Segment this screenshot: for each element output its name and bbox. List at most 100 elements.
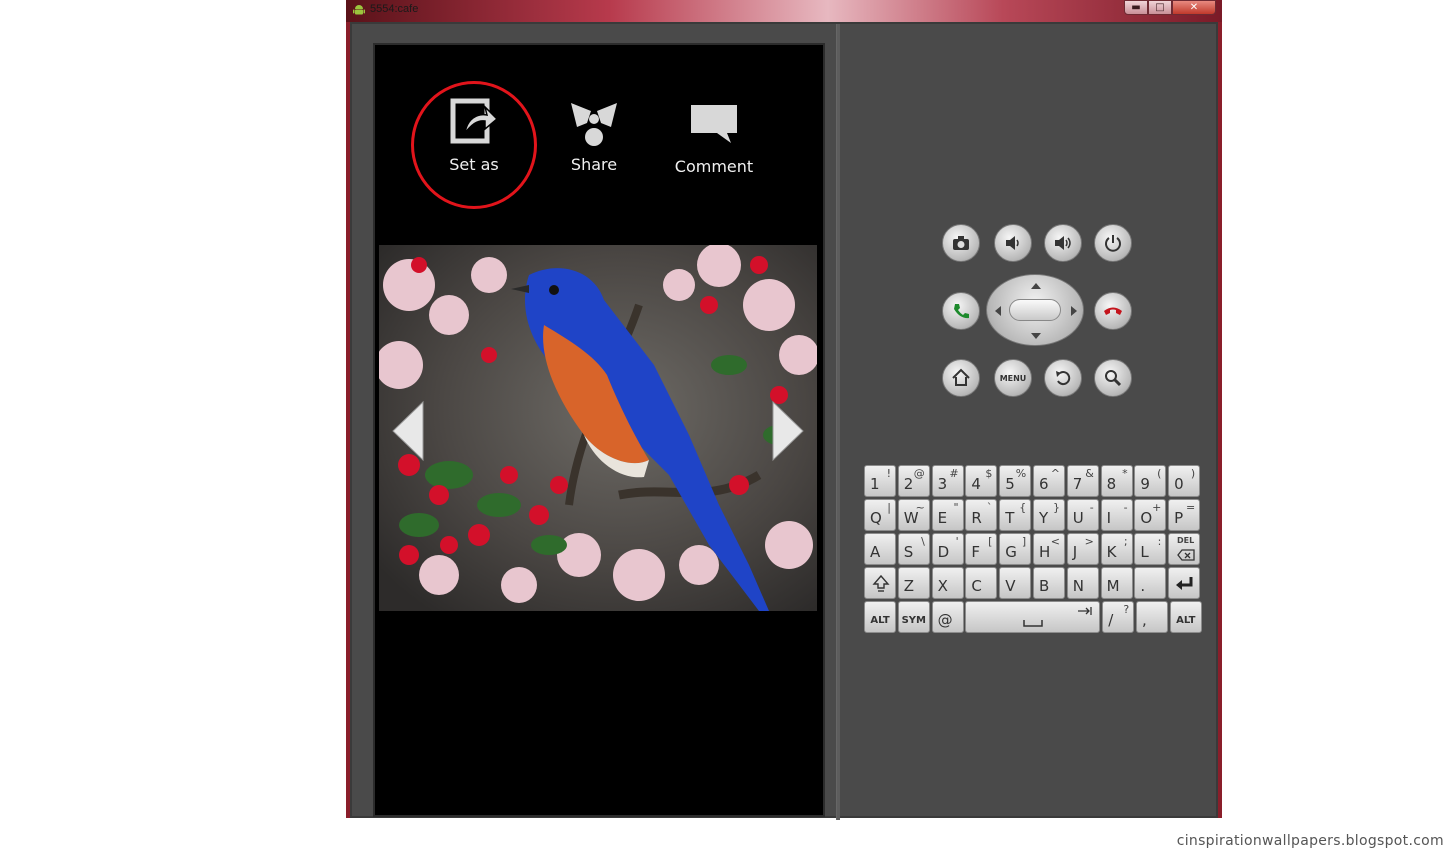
keyboard-row-5: ALT SYM @ /? , ALT [864, 601, 1204, 634]
menu-item-share[interactable]: Share [539, 97, 649, 174]
key-c[interactable]: C [965, 567, 998, 599]
phone-call-icon [954, 304, 969, 319]
tab-icon [1078, 607, 1093, 615]
key-space[interactable] [965, 601, 1101, 633]
android-icon [353, 5, 365, 15]
maximize-button[interactable]: □ [1148, 0, 1172, 15]
backspace-icon [1177, 549, 1195, 561]
key-shift[interactable] [864, 567, 896, 599]
key-alt-left[interactable]: ALT [864, 601, 896, 633]
window-title: 5554:cafe [370, 3, 419, 15]
device-screen: Set as Share Comment [373, 43, 825, 817]
hardware-controls: MENU [942, 224, 1142, 404]
dpad-center-button[interactable] [1009, 299, 1061, 321]
bird-photo [379, 245, 817, 611]
key-delete[interactable]: DEL [1168, 533, 1201, 565]
camera-button[interactable] [942, 224, 980, 262]
key-x[interactable]: X [931, 567, 964, 599]
emulator-frame: Set as Share Comment MENU 1 ! 2 @ 3 # 4 … [350, 22, 1218, 820]
key-b[interactable]: B [1032, 567, 1065, 599]
close-button[interactable]: ✕ [1172, 0, 1216, 15]
key-z[interactable]: Z [897, 567, 930, 599]
shift-icon [872, 574, 890, 592]
volume-up-icon [1055, 236, 1071, 250]
window-controls: ▬ □ ✕ [1124, 0, 1216, 16]
key-o[interactable]: O + [1134, 499, 1167, 531]
highlight-circle [411, 81, 537, 209]
key-2[interactable]: 2 @ [897, 465, 930, 497]
key-alt-right[interactable]: ALT [1169, 601, 1202, 633]
key-t[interactable]: T{ [999, 499, 1032, 531]
key-j[interactable]: J > [1066, 533, 1099, 565]
key-d[interactable]: D ' [931, 533, 964, 565]
key-enter[interactable] [1168, 567, 1201, 599]
watermark-text: cinspirationwallpapers.blogspot.com [1176, 833, 1444, 849]
hardware-keyboard: 1! 2 @ 3 # 4 $ 5% 6 ^ 7 & 8 * 9( 0) Q | W ~ E " R… [864, 465, 1202, 640]
keyboard-row-2: Q | W ~ E " R ` T{ Y} U- I- O + P = [864, 499, 1202, 532]
key-6[interactable]: 6 ^ [1032, 465, 1065, 497]
key-3[interactable]: 3 # [931, 465, 964, 497]
enter-icon [1176, 577, 1193, 590]
title-bar[interactable]: 5554:cafe ▬ □ ✕ [346, 0, 1222, 22]
key-u[interactable]: U- [1066, 499, 1099, 531]
key-h[interactable]: H < [1032, 533, 1065, 565]
volume-down-button[interactable] [994, 224, 1032, 262]
key-k[interactable]: K; [1100, 533, 1133, 565]
key-g[interactable]: G] [999, 533, 1032, 565]
emulator-window: 5554:cafe ▬ □ ✕ Set as Share Comment MEN… [346, 0, 1222, 820]
key-m[interactable]: M [1100, 567, 1133, 599]
keyboard-row-3: A S \ D ' F[ G] H < J > K; L: DEL [864, 533, 1202, 566]
menu-label-share: Share [570, 155, 618, 174]
key-l[interactable]: L: [1134, 533, 1167, 565]
menu-label-comment: Comment [674, 157, 754, 176]
key-1[interactable]: 1! [864, 465, 896, 497]
panel-divider [836, 24, 840, 820]
key-i[interactable]: I- [1100, 499, 1133, 531]
power-button[interactable] [1094, 224, 1132, 262]
dpad-right-icon[interactable] [1069, 304, 1079, 318]
key-q[interactable]: Q | [864, 499, 896, 531]
key-sym[interactable]: SYM [897, 601, 930, 633]
menu-item-comment[interactable]: Comment [659, 99, 769, 176]
dpad-down-icon[interactable] [1029, 331, 1043, 341]
camera-icon [953, 236, 969, 250]
key-comma[interactable]: , [1135, 601, 1168, 633]
key-period[interactable]: . [1134, 567, 1167, 599]
key-s[interactable]: S \ [897, 533, 930, 565]
comment-icon [691, 105, 737, 143]
dpad[interactable] [986, 274, 1084, 346]
end-call-button[interactable] [1094, 292, 1132, 330]
key-at[interactable]: @ [931, 601, 964, 633]
key-f[interactable]: F[ [965, 533, 998, 565]
dpad-left-icon[interactable] [993, 304, 1003, 318]
space-icon [1023, 620, 1044, 627]
key-y[interactable]: Y} [1032, 499, 1065, 531]
key-e[interactable]: E " [931, 499, 964, 531]
minimize-button[interactable]: ▬ [1124, 0, 1148, 15]
dpad-up-icon[interactable] [1029, 281, 1043, 291]
key-7[interactable]: 7 & [1066, 465, 1099, 497]
key-5[interactable]: 5% [999, 465, 1032, 497]
key-w[interactable]: W ~ [897, 499, 930, 531]
back-button[interactable] [1044, 359, 1082, 397]
back-icon [1056, 371, 1071, 386]
key-4[interactable]: 4 $ [965, 465, 998, 497]
key-0[interactable]: 0) [1168, 465, 1201, 497]
key-8[interactable]: 8 * [1100, 465, 1133, 497]
key-9[interactable]: 9( [1134, 465, 1167, 497]
volume-up-button[interactable] [1044, 224, 1082, 262]
next-arrow-icon[interactable] [771, 400, 805, 462]
key-n[interactable]: N [1066, 567, 1099, 599]
keyboard-row-4: Z X C V B N M . [864, 567, 1202, 600]
key-v[interactable]: V [999, 567, 1032, 599]
menu-button[interactable]: MENU [994, 359, 1032, 397]
key-r[interactable]: R ` [965, 499, 998, 531]
home-button[interactable] [942, 359, 980, 397]
previous-arrow-icon[interactable] [391, 400, 425, 462]
key-p[interactable]: P = [1168, 499, 1201, 531]
call-button[interactable] [942, 292, 980, 330]
key-a[interactable]: A [864, 533, 896, 565]
search-button[interactable] [1094, 359, 1132, 397]
search-icon [1105, 370, 1122, 387]
key-slash[interactable]: /? [1102, 601, 1135, 633]
